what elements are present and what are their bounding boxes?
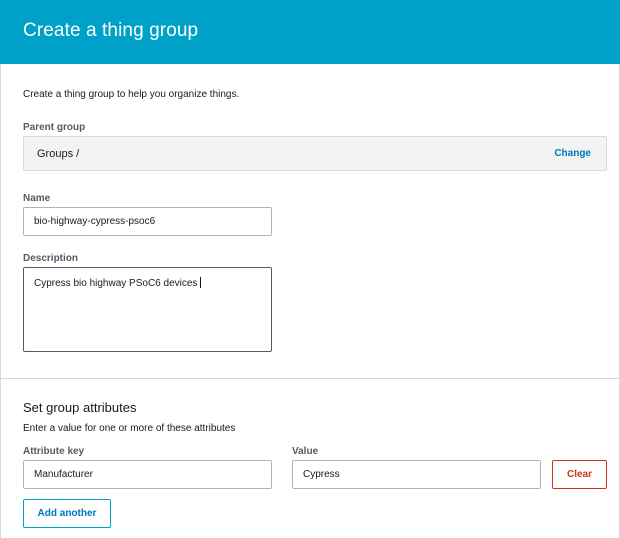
modal-header: Create a thing group [0, 0, 620, 64]
attribute-key-input[interactable]: Manufacturer [23, 460, 272, 489]
description-text: Cypress bio highway PSoC6 devices [34, 278, 198, 289]
parent-group-value: Groups / [37, 148, 80, 160]
page-title: Create a thing group [23, 20, 199, 41]
attribute-value-input[interactable]: Cypress [292, 460, 541, 489]
intro-text: Create a thing group to help you organiz… [23, 89, 240, 100]
parent-group-field: Groups / Change [23, 136, 607, 171]
text-caret [200, 277, 202, 288]
attribute-key-label: Attribute key [23, 446, 85, 457]
name-input[interactable]: bio-highway-cypress-psoc6 [23, 207, 272, 236]
description-label: Description [23, 253, 79, 264]
clear-button[interactable]: Clear [552, 460, 607, 489]
attributes-section-title: Set group attributes [23, 400, 137, 415]
change-parent-link[interactable]: Change [554, 148, 591, 159]
description-textarea[interactable]: Cypress bio highway PSoC6 devices [23, 267, 272, 352]
name-label: Name [23, 193, 51, 204]
section-divider [0, 378, 620, 379]
add-another-button[interactable]: Add another [23, 499, 111, 528]
parent-group-label: Parent group [23, 122, 86, 133]
attributes-section-subtitle: Enter a value for one or more of these a… [23, 423, 236, 434]
attribute-value-label: Value [292, 446, 319, 457]
